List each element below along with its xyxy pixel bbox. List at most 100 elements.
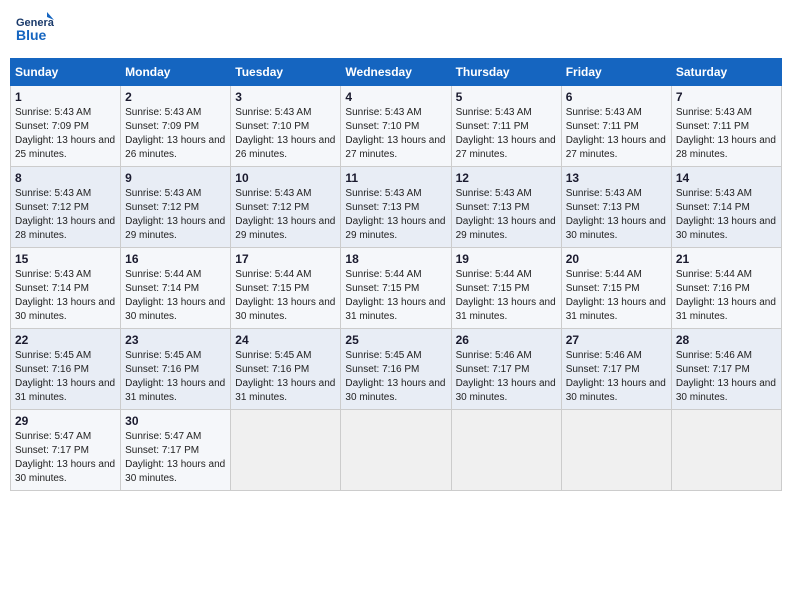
calendar-cell [341, 410, 451, 491]
calendar-cell: 2 Sunrise: 5:43 AMSunset: 7:09 PMDaylight… [121, 86, 231, 167]
calendar-cell: 7Sunrise: 5:43 AMSunset: 7:11 PMDaylight… [671, 86, 781, 167]
cell-content: Sunrise: 5:43 AMSunset: 7:10 PMDaylight:… [235, 106, 336, 162]
day-number: 11 [345, 171, 446, 185]
day-number: 4 [345, 90, 446, 104]
cell-content: Sunrise: 5:43 AMSunset: 7:09 PMDaylight:… [15, 106, 116, 162]
calendar-week-row: 8Sunrise: 5:43 AMSunset: 7:12 PMDaylight… [11, 167, 782, 248]
calendar-cell: 27 Sunrise: 5:46 AMSunset: 7:17 PMDayligh… [561, 329, 671, 410]
cell-content: Sunrise: 5:43 AMSunset: 7:11 PMDaylight:… [456, 106, 557, 162]
cell-content: Sunrise: 5:43 AMSunset: 7:14 PMDaylight:… [15, 268, 116, 324]
cell-content: Sunrise: 5:44 AMSunset: 7:14 PMDaylight:… [125, 268, 226, 324]
weekday-header: Sunday [11, 59, 121, 86]
cell-content: Sunrise: 5:46 AMSunset: 7:17 PMDaylight:… [566, 349, 667, 405]
calendar-body: 1 Sunrise: 5:43 AMSunset: 7:09 PMDaylight… [11, 86, 782, 491]
weekday-header: Thursday [451, 59, 561, 86]
cell-content: Sunrise: 5:43 AMSunset: 7:11 PMDaylight:… [566, 106, 667, 162]
calendar-cell: 18 Sunrise: 5:44 AMSunset: 7:15 PMDayligh… [341, 248, 451, 329]
day-number: 10 [235, 171, 336, 185]
calendar-cell: 16 Sunrise: 5:44 AMSunset: 7:14 PMDayligh… [121, 248, 231, 329]
calendar-week-row: 29 Sunrise: 5:47 AMSunset: 7:17 PMDayligh… [11, 410, 782, 491]
day-number: 26 [456, 333, 557, 347]
calendar-cell: 5 Sunrise: 5:43 AMSunset: 7:11 PMDaylight… [451, 86, 561, 167]
calendar-week-row: 22 Sunrise: 5:45 AMSunset: 7:16 PMDayligh… [11, 329, 782, 410]
calendar-cell: 30 Sunrise: 5:47 AMSunset: 7:17 PMDayligh… [121, 410, 231, 491]
cell-content: Sunrise: 5:43 AMSunset: 7:11 PMDaylight:… [676, 106, 777, 162]
day-number: 29 [15, 414, 116, 428]
cell-content: Sunrise: 5:44 AMSunset: 7:15 PMDaylight:… [566, 268, 667, 324]
cell-content: Sunrise: 5:43 AMSunset: 7:14 PMDaylight:… [676, 187, 777, 243]
cell-content: Sunrise: 5:47 AMSunset: 7:17 PMDaylight:… [125, 430, 226, 486]
calendar-cell: 13 Sunrise: 5:43 AMSunset: 7:13 PMDayligh… [561, 167, 671, 248]
cell-content: Sunrise: 5:44 AMSunset: 7:15 PMDaylight:… [235, 268, 336, 324]
calendar-cell [671, 410, 781, 491]
day-number: 20 [566, 252, 667, 266]
day-number: 21 [676, 252, 777, 266]
day-number: 13 [566, 171, 667, 185]
calendar-week-row: 15Sunrise: 5:43 AMSunset: 7:14 PMDayligh… [11, 248, 782, 329]
cell-content: Sunrise: 5:43 AMSunset: 7:09 PMDaylight:… [125, 106, 226, 162]
cell-content: Sunrise: 5:46 AMSunset: 7:17 PMDaylight:… [456, 349, 557, 405]
calendar-cell: 19 Sunrise: 5:44 AMSunset: 7:15 PMDayligh… [451, 248, 561, 329]
cell-content: Sunrise: 5:45 AMSunset: 7:16 PMDaylight:… [345, 349, 446, 405]
day-number: 1 [15, 90, 116, 104]
weekday-header: Monday [121, 59, 231, 86]
cell-content: Sunrise: 5:46 AMSunset: 7:17 PMDaylight:… [676, 349, 777, 405]
day-number: 5 [456, 90, 557, 104]
cell-content: Sunrise: 5:43 AMSunset: 7:13 PMDaylight:… [566, 187, 667, 243]
cell-content: Sunrise: 5:44 AMSunset: 7:15 PMDaylight:… [456, 268, 557, 324]
calendar-cell: 25Sunrise: 5:45 AMSunset: 7:16 PMDayligh… [341, 329, 451, 410]
calendar-cell: 20 Sunrise: 5:44 AMSunset: 7:15 PMDayligh… [561, 248, 671, 329]
cell-content: Sunrise: 5:44 AMSunset: 7:16 PMDaylight:… [676, 268, 777, 324]
day-number: 3 [235, 90, 336, 104]
calendar-cell: 8Sunrise: 5:43 AMSunset: 7:12 PMDaylight… [11, 167, 121, 248]
day-number: 30 [125, 414, 226, 428]
day-number: 24 [235, 333, 336, 347]
calendar-cell: 24 Sunrise: 5:45 AMSunset: 7:16 PMDayligh… [231, 329, 341, 410]
calendar-cell: 3 Sunrise: 5:43 AMSunset: 7:10 PMDaylight… [231, 86, 341, 167]
calendar-cell: 12 Sunrise: 5:43 AMSunset: 7:13 PMDayligh… [451, 167, 561, 248]
calendar-cell: 17 Sunrise: 5:44 AMSunset: 7:15 PMDayligh… [231, 248, 341, 329]
day-number: 23 [125, 333, 226, 347]
calendar-cell [231, 410, 341, 491]
cell-content: Sunrise: 5:43 AMSunset: 7:13 PMDaylight:… [456, 187, 557, 243]
calendar-cell: 28Sunrise: 5:46 AMSunset: 7:17 PMDayligh… [671, 329, 781, 410]
day-number: 6 [566, 90, 667, 104]
logo: General Blue [14, 10, 54, 50]
day-number: 12 [456, 171, 557, 185]
day-number: 18 [345, 252, 446, 266]
day-number: 17 [235, 252, 336, 266]
calendar-cell: 4 Sunrise: 5:43 AMSunset: 7:10 PMDaylight… [341, 86, 451, 167]
day-number: 16 [125, 252, 226, 266]
cell-content: Sunrise: 5:44 AMSunset: 7:15 PMDaylight:… [345, 268, 446, 324]
calendar-cell: 15Sunrise: 5:43 AMSunset: 7:14 PMDayligh… [11, 248, 121, 329]
day-number: 22 [15, 333, 116, 347]
cell-content: Sunrise: 5:43 AMSunset: 7:12 PMDaylight:… [15, 187, 116, 243]
calendar-week-row: 1 Sunrise: 5:43 AMSunset: 7:09 PMDaylight… [11, 86, 782, 167]
calendar-cell: 6 Sunrise: 5:43 AMSunset: 7:11 PMDaylight… [561, 86, 671, 167]
calendar-table: SundayMondayTuesdayWednesdayThursdayFrid… [10, 58, 782, 491]
svg-text:Blue: Blue [16, 27, 47, 43]
cell-content: Sunrise: 5:45 AMSunset: 7:16 PMDaylight:… [125, 349, 226, 405]
day-number: 14 [676, 171, 777, 185]
day-number: 2 [125, 90, 226, 104]
weekday-header: Wednesday [341, 59, 451, 86]
calendar-cell [561, 410, 671, 491]
calendar-header: SundayMondayTuesdayWednesdayThursdayFrid… [11, 59, 782, 86]
logo-svg: General Blue [14, 10, 54, 50]
calendar-cell: 10Sunrise: 5:43 AMSunset: 7:12 PMDayligh… [231, 167, 341, 248]
day-number: 27 [566, 333, 667, 347]
page-header: General Blue [10, 10, 782, 50]
calendar-cell [451, 410, 561, 491]
cell-content: Sunrise: 5:43 AMSunset: 7:13 PMDaylight:… [345, 187, 446, 243]
weekday-row: SundayMondayTuesdayWednesdayThursdayFrid… [11, 59, 782, 86]
cell-content: Sunrise: 5:43 AMSunset: 7:12 PMDaylight:… [125, 187, 226, 243]
cell-content: Sunrise: 5:45 AMSunset: 7:16 PMDaylight:… [235, 349, 336, 405]
calendar-cell: 23 Sunrise: 5:45 AMSunset: 7:16 PMDayligh… [121, 329, 231, 410]
calendar-cell: 14 Sunrise: 5:43 AMSunset: 7:14 PMDayligh… [671, 167, 781, 248]
calendar-cell: 1 Sunrise: 5:43 AMSunset: 7:09 PMDaylight… [11, 86, 121, 167]
cell-content: Sunrise: 5:43 AMSunset: 7:10 PMDaylight:… [345, 106, 446, 162]
day-number: 19 [456, 252, 557, 266]
calendar-cell: 29Sunrise: 5:47 AMSunset: 7:17 PMDayligh… [11, 410, 121, 491]
weekday-header: Saturday [671, 59, 781, 86]
calendar-cell: 22Sunrise: 5:45 AMSunset: 7:16 PMDayligh… [11, 329, 121, 410]
